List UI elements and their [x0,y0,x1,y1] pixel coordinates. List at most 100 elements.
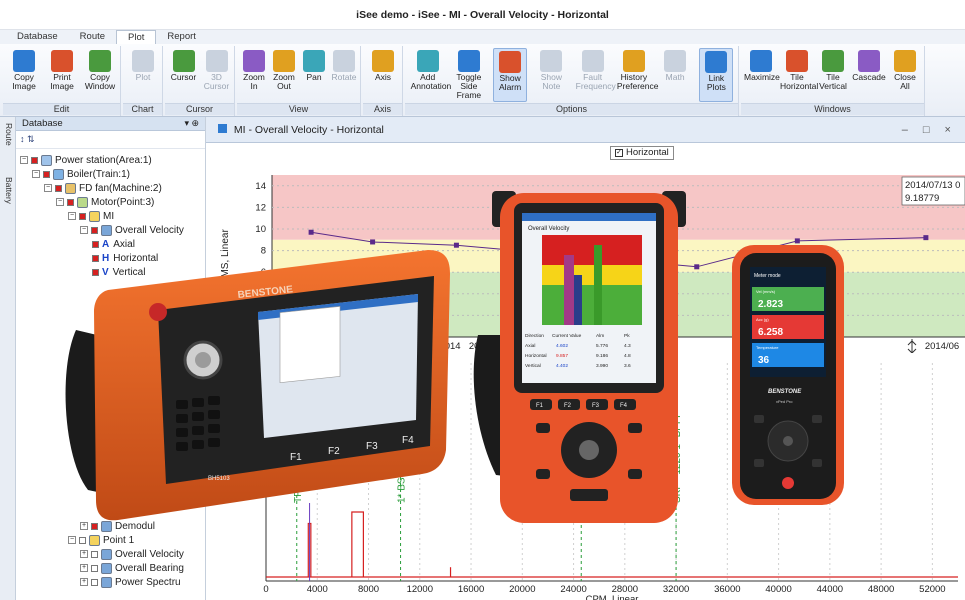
svg-text:9.18779: 9.18779 [905,193,939,204]
collapse-icon[interactable]: − [56,198,64,206]
tree-node[interactable]: + Overall Bearing [80,561,184,575]
y-tick-label: 12 [255,202,266,213]
screen-header: Overall Velocity [528,226,569,232]
legend-horizontal[interactable]: ✓ Horizontal [610,146,674,160]
tree-node[interactable]: − FD fan(Machine:2) [44,181,162,195]
ribbon-toolbar: Copy Image Print Image Copy Window Edit Plot… [0,44,965,117]
svg-text:F2: F2 [328,446,340,457]
close-all-button[interactable]: Close All [888,48,922,102]
alarm-status-icon [91,226,98,234]
side-tab-route[interactable]: Route [2,123,14,146]
zoom-out-button[interactable]: Zoom Out [267,48,301,102]
rotate-button[interactable]: Rotate [327,48,361,102]
print-image-button[interactable]: Print Image [45,48,79,102]
trend-point[interactable] [308,229,314,235]
tree-node[interactable]: A Axial [92,237,135,251]
collapse-icon[interactable]: − [32,170,40,178]
collapse-icon[interactable]: − [44,184,52,192]
axis-button[interactable]: Axis [366,48,400,102]
ribbon-group-edit: Copy Image Print Image Copy Window Edit [3,46,121,116]
tree-node[interactable]: − Point 1 [68,533,134,547]
menu-tab-route[interactable]: Route [69,30,116,44]
expand-icon[interactable]: + [80,578,88,586]
x-tick-label: 32000 [663,584,689,595]
collapse-icon[interactable]: − [20,156,28,164]
copy-window-button[interactable]: Copy Window [83,48,117,102]
ribbon-group-label: Windows [741,103,924,115]
database-toolbar[interactable]: ↕ ⇅ [16,131,205,149]
show-alarm-icon [499,51,522,73]
trend-point[interactable] [453,242,459,248]
menu-tab-report[interactable]: Report [156,30,207,44]
y-tick-label: 10 [255,224,266,235]
tree-node[interactable]: + Overall Velocity [80,547,184,561]
button-label: Math [665,72,685,82]
node-icon [53,168,64,180]
collapse-icon[interactable]: − [80,226,88,234]
maximize-button[interactable]: Maximize [744,48,780,102]
collapse-icon[interactable]: − [68,536,76,544]
toggle-side-frame-button[interactable]: Toggle Side Frame [452,48,486,102]
plot-window-header: MI - Overall Velocity - Horizontal – □ × [206,117,965,143]
svg-text:F1: F1 [290,452,302,463]
splitter-handle-icon[interactable] [907,339,917,354]
3d-cursor-button[interactable]: 3D Cursor [200,48,234,102]
tree-node[interactable]: − Overall Velocity [80,223,184,237]
legend-checkbox[interactable]: ✓ [615,149,623,157]
show-alarm-button[interactable]: Show Alarm [493,48,528,102]
tree-node[interactable]: − Power station(Area:1) [20,153,152,167]
node-icon [41,154,52,166]
plot-title: MI - Overall Velocity - Horizontal [233,124,384,136]
device-handheld-analyzer: Overall Velocity Direction Current Value … [473,191,686,523]
svg-text:F2: F2 [564,403,572,409]
button-label: Axis [374,72,392,82]
link-plots-button[interactable]: Link Plots [699,48,734,102]
cursor-button[interactable]: Cursor [167,48,201,102]
math-icon [664,50,687,72]
menu-tab-database[interactable]: Database [6,30,69,44]
x-tick-label: 36000 [714,584,740,595]
collapse-icon[interactable]: − [68,212,76,220]
trend-point[interactable] [923,235,929,241]
tree-node[interactable]: − Boiler(Train:1) [32,167,130,181]
plot-button[interactable]: Plot [126,48,160,102]
link-icon [705,51,728,73]
trend-point[interactable] [370,239,376,245]
button-label: Close All [894,72,916,91]
button-label: Tile Vertical [819,72,847,91]
history-preference-button[interactable]: History Preference [616,48,659,102]
x-tick-label: 20000 [509,584,535,595]
math-button[interactable]: Math [658,48,692,102]
plot-icon [218,124,227,133]
pin-icon[interactable]: ▾ ⊕ [184,117,199,130]
y-tick-label: 14 [255,181,266,192]
pan-button[interactable]: Pan [297,48,331,102]
cascade-icon [858,50,880,72]
node-icon [89,210,100,222]
window-controls[interactable]: – □ × [902,117,957,143]
add-annotation-button[interactable]: Add Annotation [411,48,451,102]
tree-node[interactable]: + Power Spectru [80,575,181,589]
cascade-button[interactable]: Cascade [852,48,886,102]
svg-text:36: 36 [758,355,770,366]
expand-icon[interactable]: + [80,550,88,558]
tile-horizontal-button[interactable]: Tile Horizontal [780,48,818,102]
svg-text:F3: F3 [592,403,600,409]
add-annotation-icon [416,50,439,72]
brand-logo [149,303,167,321]
zoom-in-button[interactable]: Zoom In [237,48,271,102]
tree-node[interactable]: − Motor(Point:3) [56,195,154,209]
side-tab-battery[interactable]: Battery [2,177,14,204]
menu-tab-plot[interactable]: Plot [116,30,157,44]
button-label: History Preference [616,72,659,91]
copy-image-icon [13,50,35,72]
tile-vertical-button[interactable]: Tile Vertical [816,48,850,102]
fault-frequency-button[interactable]: Fault Frequency [576,48,616,102]
show-note-button[interactable]: Show Note [534,48,568,102]
tree-node[interactable]: − MI [68,209,114,223]
meter-model: vPed Pro [776,399,793,404]
button-label: Cascade [852,72,886,82]
alarm-status-icon [55,184,62,192]
expand-icon[interactable]: + [80,564,88,572]
copy-image-button[interactable]: Copy Image [7,48,41,102]
